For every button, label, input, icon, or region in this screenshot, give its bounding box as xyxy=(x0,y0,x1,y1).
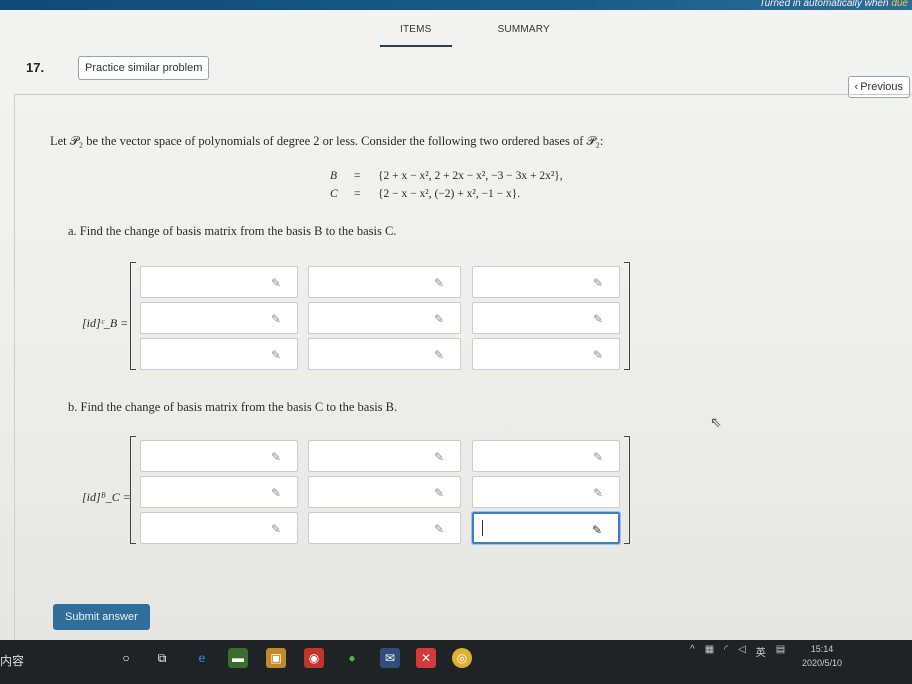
pencil-icon[interactable]: ✎ xyxy=(593,486,603,500)
matrix-input-cell[interactable]: ✎ xyxy=(308,512,461,544)
matrix-input-cell[interactable]: ✎ xyxy=(140,338,298,370)
pencil-icon[interactable]: ✎ xyxy=(271,450,281,464)
question-number: 17. xyxy=(26,60,45,75)
previous-label: Previous xyxy=(860,81,903,93)
basis-c-row: C = {2 − x − x², (−2) + x², −1 − x}. xyxy=(330,188,520,200)
pencil-icon[interactable]: ✎ xyxy=(434,450,444,464)
pencil-icon[interactable]: ✎ xyxy=(434,348,444,362)
pencil-icon[interactable]: ✎ xyxy=(271,276,281,290)
pencil-icon[interactable]: ✎ xyxy=(271,486,281,500)
matrix-input-cell[interactable]: ✎ xyxy=(140,512,298,544)
chevron-left-icon: ‹ xyxy=(854,81,859,93)
store-icon[interactable]: ▣ xyxy=(266,648,286,668)
matrix-input-cell[interactable]: ✎ xyxy=(472,302,620,334)
tab-items[interactable]: ITEMS xyxy=(380,24,452,47)
divider xyxy=(14,94,912,95)
matrix-input-cell[interactable]: ✎ xyxy=(472,338,620,370)
wechat-icon[interactable]: ● xyxy=(342,648,362,668)
matrix-b-left-bracket xyxy=(130,436,136,544)
taskbar-left-text: 内容 xyxy=(0,654,25,668)
pencil-icon[interactable]: ✎ xyxy=(434,276,444,290)
practice-similar-button[interactable]: Practice similar problem xyxy=(78,56,210,80)
mail-icon[interactable]: ✉ xyxy=(380,648,400,668)
pencil-icon[interactable]: ✎ xyxy=(593,276,603,290)
pencil-icon[interactable]: ✎ xyxy=(434,312,444,326)
matrix-input-cell[interactable]: ✎ xyxy=(308,338,461,370)
pencil-icon[interactable]: ✎ xyxy=(434,486,444,500)
matrix-input-cell[interactable]: ✎ xyxy=(308,440,461,472)
matrix-input-cell[interactable]: ✎ xyxy=(140,266,298,298)
matrix-a-left-bracket xyxy=(130,262,136,370)
matrix-input-cell[interactable]: ✎ xyxy=(472,440,620,472)
basis-c-symbol: C xyxy=(330,188,338,200)
netease-icon[interactable]: ◉ xyxy=(304,648,324,668)
ime-indicator[interactable]: 英 xyxy=(756,644,766,659)
system-tray: ^ ▦ ◜ ◁ 英 ▤ xyxy=(690,644,785,659)
matrix-input-cell[interactable]: ✎ xyxy=(472,512,620,544)
matrix-input-cell[interactable]: ✎ xyxy=(308,266,461,298)
matrix-a-right-bracket xyxy=(624,262,630,370)
matrix-a-label: [id]ᶜ_B = xyxy=(82,316,129,330)
clock-time: 15:14 xyxy=(810,644,834,654)
basis-b-equals: = xyxy=(354,170,361,182)
basis-b-value: {2 + x − x², 2 + 2x − x², −3 − 3x + 2x²}… xyxy=(378,170,563,182)
submit-answer-button[interactable]: Submit answer xyxy=(53,604,150,630)
chrome-icon[interactable]: ◎ xyxy=(452,648,472,668)
search-icon[interactable]: ○ xyxy=(116,648,136,668)
chevron-up-icon[interactable]: ^ xyxy=(690,644,695,659)
tabs: ITEMS SUMMARY xyxy=(380,24,550,47)
matrix-input-cell[interactable]: ✎ xyxy=(472,476,620,508)
matrix-input-cell[interactable]: ✎ xyxy=(140,302,298,334)
edge-icon[interactable]: e xyxy=(192,648,212,668)
wifi-icon[interactable]: ◜ xyxy=(724,644,728,659)
app-icon[interactable]: ▬ xyxy=(228,648,248,668)
taskbar: 内容 ○ ⧉ e ▬ ▣ ◉ ● ✉ ✕ ◎ ^ ▦ ◜ ◁ 英 ▤ 15:14… xyxy=(0,640,912,684)
clock[interactable]: 15:14 2020/5/10 xyxy=(802,642,842,670)
matrix-input-cell[interactable]: ✎ xyxy=(472,266,620,298)
matrix-b-right-bracket xyxy=(624,436,630,544)
problem-intro: Let 𝒫₂ be the vector space of polynomial… xyxy=(50,134,604,148)
clock-date: 2020/5/10 xyxy=(801,658,842,668)
text-caret xyxy=(482,520,483,536)
top-strip: Turned in automatically when due xyxy=(0,0,912,10)
cursor-icon: ⇖ xyxy=(710,414,722,430)
basis-c-value: {2 − x − x², (−2) + x², −1 − x}. xyxy=(378,188,521,200)
pencil-icon[interactable]: ✎ xyxy=(593,312,603,326)
matrix-input-cell[interactable]: ✎ xyxy=(308,476,461,508)
task-view-icon[interactable]: ⧉ xyxy=(152,648,172,668)
left-rule xyxy=(14,94,15,640)
xmind-icon[interactable]: ✕ xyxy=(416,648,436,668)
pencil-icon[interactable]: ✎ xyxy=(434,522,444,536)
basis-c-equals: = xyxy=(354,188,361,200)
matrix-input-cell[interactable]: ✎ xyxy=(140,476,298,508)
tab-summary[interactable]: SUMMARY xyxy=(498,24,550,47)
pencil-icon[interactable]: ✎ xyxy=(271,522,281,536)
pencil-icon[interactable]: ✎ xyxy=(592,523,602,537)
turned-in-notice: Turned in automatically when due xyxy=(759,0,908,9)
pencil-icon[interactable]: ✎ xyxy=(593,450,603,464)
part-a-prompt: a. Find the change of basis matrix from … xyxy=(68,224,397,238)
matrix-b-label: [id]ᴮ_C = xyxy=(82,490,131,504)
matrix-input-cell[interactable]: ✎ xyxy=(140,440,298,472)
assignment-page: ITEMS SUMMARY 17. Practice similar probl… xyxy=(0,10,912,640)
pencil-icon[interactable]: ✎ xyxy=(593,348,603,362)
matrix-input-cell[interactable]: ✎ xyxy=(308,302,461,334)
pencil-icon[interactable]: ✎ xyxy=(271,348,281,362)
pencil-icon[interactable]: ✎ xyxy=(271,312,281,326)
notice-text: Turned in automatically when xyxy=(759,0,892,9)
keyboard-icon[interactable]: ▤ xyxy=(776,644,785,659)
network-icon[interactable]: ▦ xyxy=(705,644,714,659)
basis-b-row: B = {2 + x − x², 2 + 2x − x², −3 − 3x + … xyxy=(330,170,563,182)
part-b-prompt: b. Find the change of basis matrix from … xyxy=(68,400,398,414)
basis-b-symbol: B xyxy=(330,170,338,182)
notice-due: due xyxy=(891,0,908,9)
volume-icon[interactable]: ◁ xyxy=(738,644,746,659)
